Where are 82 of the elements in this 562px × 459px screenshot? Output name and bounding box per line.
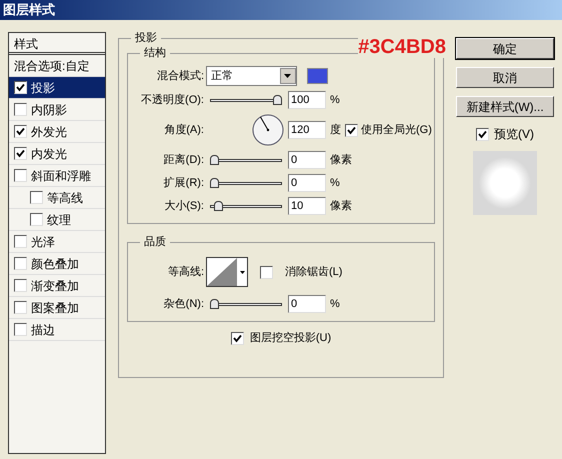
checkbox[interactable] bbox=[14, 235, 27, 248]
checkbox[interactable] bbox=[14, 279, 27, 292]
field-label: 杂色(N): bbox=[162, 296, 204, 312]
slider-thumb[interactable] bbox=[210, 178, 219, 188]
unit-label: 像素 bbox=[330, 198, 352, 214]
slider-track[interactable] bbox=[210, 154, 282, 166]
color-swatch[interactable] bbox=[306, 68, 328, 84]
checkbox-label: 图层挖空投影(U) bbox=[250, 330, 332, 346]
checkbox-label: 消除锯齿(L) bbox=[285, 264, 342, 280]
value-field[interactable]: 0 bbox=[288, 174, 326, 192]
style-list-item[interactable]: 描边 bbox=[9, 319, 105, 341]
list-header: 样式 bbox=[9, 33, 105, 55]
style-list-item[interactable]: 外发光 bbox=[9, 121, 105, 143]
blend-mode-dropdown[interactable]: 正常 bbox=[206, 66, 297, 86]
checkbox[interactable] bbox=[14, 147, 27, 160]
checkmark-icon bbox=[16, 127, 25, 136]
unit-label: % bbox=[330, 176, 340, 191]
field-label: 混合模式: bbox=[156, 68, 204, 84]
field-label: 等高线: bbox=[166, 264, 204, 280]
color-annotation: #3C4BD8 bbox=[358, 36, 446, 58]
checkbox[interactable] bbox=[345, 124, 358, 136]
field-label: 距离(D): bbox=[162, 152, 204, 168]
style-list-item[interactable]: 颜色叠加 bbox=[9, 253, 105, 275]
unit-label: % bbox=[330, 92, 340, 108]
caret-icon bbox=[240, 270, 244, 274]
value-field[interactable]: 0 bbox=[288, 295, 326, 313]
checkmark-icon bbox=[16, 149, 25, 158]
slider-thumb[interactable] bbox=[273, 95, 282, 105]
slider-track[interactable] bbox=[210, 200, 282, 212]
slider-thumb[interactable] bbox=[210, 299, 219, 309]
field-label: 角度(A): bbox=[163, 122, 204, 138]
checkbox[interactable] bbox=[14, 103, 27, 116]
unit-label: 像素 bbox=[330, 152, 352, 168]
dialog-button[interactable]: 确定 bbox=[456, 38, 554, 59]
checkbox[interactable] bbox=[14, 169, 27, 182]
style-list-item[interactable]: 纹理 bbox=[9, 209, 105, 231]
preview-thumbnail bbox=[473, 151, 537, 215]
checkbox-label: 使用全局光(G) bbox=[361, 122, 432, 138]
field-label: 不透明度(O): bbox=[140, 92, 204, 108]
checkbox[interactable] bbox=[230, 332, 244, 345]
slider-thumb[interactable] bbox=[214, 201, 224, 211]
checkbox[interactable] bbox=[14, 257, 27, 270]
style-list-item[interactable]: 光泽 bbox=[9, 231, 105, 253]
checkbox[interactable] bbox=[260, 266, 273, 278]
checkbox[interactable] bbox=[30, 191, 43, 204]
unit-label: 度 bbox=[330, 122, 341, 138]
slider-track[interactable] bbox=[210, 177, 282, 189]
style-list-item[interactable]: 渐变叠加 bbox=[9, 275, 105, 297]
slider-track[interactable] bbox=[210, 94, 282, 106]
style-list-item[interactable]: 内阴影 bbox=[9, 99, 105, 121]
contour-picker[interactable] bbox=[206, 257, 248, 287]
value-field[interactable]: 10 bbox=[288, 197, 326, 215]
style-list-item[interactable]: 投影 bbox=[9, 77, 105, 99]
checkmark-icon bbox=[16, 83, 25, 92]
contour-curve-icon bbox=[207, 258, 237, 286]
unit-label: % bbox=[330, 296, 340, 312]
checkbox[interactable] bbox=[14, 323, 27, 336]
checkbox[interactable] bbox=[14, 301, 27, 314]
checkbox[interactable] bbox=[14, 81, 27, 94]
checkbox[interactable] bbox=[476, 128, 489, 140]
style-list-item[interactable]: 图案叠加 bbox=[9, 297, 105, 319]
dialog-button[interactable]: 新建样式(W)... bbox=[456, 96, 554, 117]
angle-dial-icon[interactable] bbox=[252, 114, 284, 146]
checkbox[interactable] bbox=[30, 213, 43, 226]
slider-thumb[interactable] bbox=[210, 155, 219, 165]
style-list-item[interactable]: 等高线 bbox=[9, 187, 105, 209]
window-title: 图层样式 bbox=[3, 1, 55, 20]
style-list-item[interactable]: 斜面和浮雕 bbox=[9, 165, 105, 187]
dialog-button[interactable]: 取消 bbox=[456, 67, 554, 88]
caret-icon bbox=[280, 68, 296, 84]
checkbox-label: 预览(V) bbox=[494, 126, 534, 143]
checkmark-icon bbox=[347, 126, 356, 134]
field-label: 大小(S): bbox=[163, 198, 204, 214]
checkbox[interactable] bbox=[14, 125, 27, 138]
value-field[interactable]: 0 bbox=[288, 151, 326, 169]
style-list-item[interactable]: 内发光 bbox=[9, 143, 105, 165]
checkmark-icon bbox=[232, 334, 242, 343]
checkmark-icon bbox=[478, 130, 487, 138]
value-field[interactable]: 100 bbox=[288, 91, 326, 109]
slider-track[interactable] bbox=[210, 298, 282, 310]
field-label: 扩展(R): bbox=[162, 176, 204, 191]
value-field[interactable]: 120 bbox=[288, 121, 326, 139]
